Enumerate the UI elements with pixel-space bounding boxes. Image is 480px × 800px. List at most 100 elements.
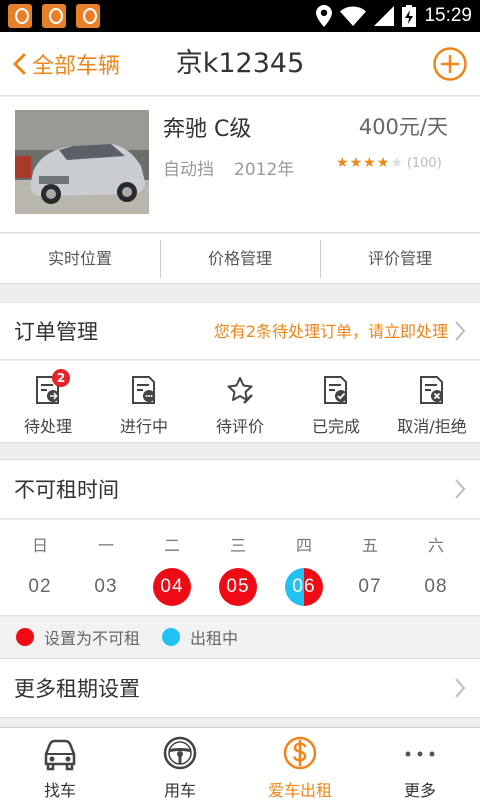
car-front-icon bbox=[44, 739, 76, 771]
weekday-label: 一 bbox=[97, 536, 114, 555]
car-summary-card[interactable]: 奔驰 C级 400元/天 自动挡 2012年 ★ ★ ★ ★ ★ (100) bbox=[0, 97, 480, 233]
clock: 15:29 bbox=[424, 5, 472, 26]
chevron-left-icon bbox=[13, 53, 26, 75]
car-photo bbox=[15, 110, 149, 214]
blue-dot-icon bbox=[162, 628, 181, 646]
nav-label: 用车 bbox=[163, 781, 196, 800]
nav-label: 爱车出租 bbox=[267, 781, 332, 800]
app-notification-icon bbox=[8, 4, 32, 28]
legend-label: 出租中 bbox=[190, 629, 239, 648]
more-rental-settings-row[interactable]: 更多租期设置 bbox=[0, 658, 480, 718]
pending-count-badge: 2 bbox=[52, 369, 70, 387]
calendar-date: 05 bbox=[219, 568, 257, 606]
order-status-pending[interactable]: 2 待处理 bbox=[0, 361, 96, 442]
calendar-date: 07 bbox=[358, 576, 382, 597]
app-notification-icon bbox=[76, 4, 100, 28]
car-model-name: 奔驰 C级 bbox=[163, 117, 252, 142]
week-calendar: 日 一 二 三 四 五 六 02 03 04 05 06 07 08 bbox=[0, 520, 480, 616]
car-transmission: 自动挡 bbox=[163, 160, 214, 180]
back-label: 全部车辆 bbox=[32, 54, 121, 79]
weekday-label: 日 bbox=[31, 536, 48, 555]
calendar-date: 03 bbox=[94, 576, 118, 597]
unavailable-time-row[interactable]: 不可租时间 bbox=[0, 459, 480, 519]
calendar-date: 02 bbox=[28, 576, 52, 597]
plus-circle-icon[interactable] bbox=[432, 46, 468, 82]
chevron-right-icon bbox=[455, 479, 466, 499]
weekday-header: 日 一 二 三 四 五 六 bbox=[0, 532, 480, 556]
order-status-label: 待评价 bbox=[215, 417, 264, 436]
car-daily-price: 400元/天 bbox=[358, 115, 448, 139]
calendar-date: 04 bbox=[153, 568, 191, 606]
star-icon: ★ bbox=[363, 155, 376, 171]
back-button[interactable]: 全部车辆 bbox=[12, 32, 120, 96]
unavailable-time-label: 不可租时间 bbox=[14, 478, 119, 502]
more-rental-settings-label: 更多租期设置 bbox=[14, 677, 140, 701]
star-rating: ★ ★ ★ ★ ★ (100) bbox=[336, 155, 442, 171]
calendar-day[interactable]: 05 bbox=[205, 568, 271, 606]
chevron-right-icon bbox=[455, 678, 466, 698]
tab-price-management[interactable]: 价格管理 bbox=[160, 234, 320, 283]
pending-order-notice: 您有2条待处理订单，请立即处理 bbox=[213, 322, 448, 341]
more-dots-icon bbox=[405, 751, 435, 757]
in-progress-order-icon bbox=[132, 376, 155, 404]
calendar-legend: 设置为不可租 出租中 bbox=[0, 617, 480, 657]
completed-order-icon bbox=[324, 376, 347, 404]
bottom-navigation: 找车 用车 爱车出租 更多 bbox=[0, 727, 480, 800]
legend-unavailable: 设置为不可租 bbox=[16, 625, 140, 649]
battery-charging-icon bbox=[402, 5, 417, 27]
legend-label: 设置为不可租 bbox=[44, 629, 141, 648]
order-status-completed[interactable]: 已完成 bbox=[288, 361, 384, 442]
order-status-label: 进行中 bbox=[119, 417, 168, 436]
star-icon: ★ bbox=[336, 155, 349, 171]
signal-icon bbox=[374, 6, 395, 26]
wifi-icon bbox=[340, 6, 367, 26]
calendar-day[interactable]: 07 bbox=[337, 568, 403, 606]
calendar-day[interactable]: 03 bbox=[73, 568, 139, 606]
star-icon: ★ bbox=[390, 155, 403, 171]
car-meta: 自动挡 2012年 bbox=[163, 155, 294, 180]
header-bar: 全部车辆 京k12345 bbox=[0, 32, 480, 96]
calendar-day[interactable]: 02 bbox=[7, 568, 73, 606]
nav-label: 找车 bbox=[43, 781, 76, 800]
location-pin-icon bbox=[316, 5, 333, 27]
order-status-label: 待处理 bbox=[23, 417, 72, 436]
calendar-day[interactable]: 04 bbox=[139, 568, 205, 606]
calendar-day[interactable]: 08 bbox=[403, 568, 469, 606]
status-bar: 15:29 bbox=[0, 0, 480, 32]
nav-more[interactable]: 更多 bbox=[360, 728, 480, 800]
steering-wheel-icon bbox=[163, 736, 197, 770]
weekday-label: 四 bbox=[295, 536, 312, 555]
red-dot-icon bbox=[16, 628, 34, 646]
weekday-label: 五 bbox=[361, 536, 378, 555]
app-notification-icon bbox=[42, 4, 66, 28]
dollar-circle-icon bbox=[283, 736, 317, 770]
order-status-label: 取消/拒绝 bbox=[397, 417, 467, 436]
weekday-label: 三 bbox=[229, 536, 246, 555]
star-icon: ★ bbox=[349, 155, 363, 171]
calendar-date: 06 bbox=[285, 568, 323, 606]
calendar-day[interactable]: 06 bbox=[271, 568, 337, 606]
weekday-label: 二 bbox=[163, 536, 180, 555]
order-status-bar: 2 待处理 进行中 待评价 已完成 取消/拒绝 bbox=[0, 361, 480, 443]
car-management-tabs: 实时位置 价格管理 评价管理 bbox=[0, 234, 480, 284]
order-status-in-progress[interactable]: 进行中 bbox=[96, 361, 192, 442]
rating-count: (100) bbox=[406, 155, 442, 171]
calendar-date: 08 bbox=[424, 576, 448, 597]
nav-rent-out-car[interactable]: 爱车出租 bbox=[240, 728, 360, 800]
tab-realtime-location[interactable]: 实时位置 bbox=[0, 234, 160, 283]
order-management-row[interactable]: 订单管理 您有2条待处理订单，请立即处理 bbox=[0, 302, 480, 360]
cancelled-order-icon bbox=[420, 376, 443, 404]
order-status-to-review[interactable]: 待评价 bbox=[192, 361, 288, 442]
weekday-label: 六 bbox=[427, 536, 444, 555]
order-status-cancelled[interactable]: 取消/拒绝 bbox=[384, 361, 480, 442]
legend-renting: 出租中 bbox=[162, 625, 238, 649]
order-management-label: 订单管理 bbox=[14, 320, 98, 344]
nav-use-car[interactable]: 用车 bbox=[120, 728, 240, 800]
order-status-label: 已完成 bbox=[311, 417, 360, 436]
star-icon: ★ bbox=[376, 155, 390, 171]
tab-review-management[interactable]: 评价管理 bbox=[320, 234, 480, 283]
chevron-right-icon bbox=[455, 321, 466, 341]
car-year: 2012年 bbox=[234, 160, 295, 180]
nav-label: 更多 bbox=[403, 781, 436, 800]
nav-find-car[interactable]: 找车 bbox=[0, 728, 120, 800]
